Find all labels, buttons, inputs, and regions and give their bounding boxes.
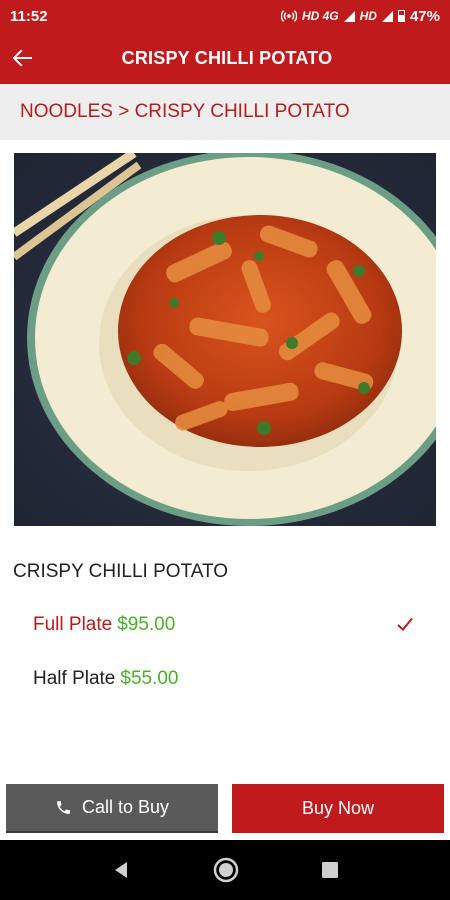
signal-icon-2 xyxy=(381,10,393,22)
signal-icon xyxy=(343,10,355,22)
checkmark-icon xyxy=(397,617,413,631)
screen: 11:52 HD 4G HD 47% CRISPY CHILLI POTATO … xyxy=(0,0,450,900)
app-toolbar: CRISPY CHILLI POTATO xyxy=(0,32,450,84)
status-time: 11:52 xyxy=(10,7,48,25)
back-button[interactable] xyxy=(0,32,44,84)
option-price: $55.00 xyxy=(120,668,179,689)
option-label: Half Plate xyxy=(33,668,116,689)
option-label: Full Plate xyxy=(33,614,113,635)
option-price: $95.00 xyxy=(117,614,176,635)
food-photo xyxy=(14,153,436,526)
product-name: CRISPY CHILLI POTATO xyxy=(13,561,229,582)
option-half-plate[interactable]: Half Plate $55.00 xyxy=(12,653,438,705)
status-icons: HD 4G HD 47% xyxy=(280,7,440,25)
battery-icon xyxy=(397,10,405,22)
arrow-left-icon xyxy=(12,49,32,67)
recents-square-icon[interactable] xyxy=(321,861,339,879)
call-to-buy-button[interactable]: Call to Buy xyxy=(6,784,218,833)
size-options: Full Plate $95.00 Half Plate $55.00 xyxy=(12,596,438,710)
hotspot-icon xyxy=(280,10,297,22)
status-bar: 11:52 HD 4G HD 47% xyxy=(0,0,450,32)
call-to-buy-label: Call to Buy xyxy=(81,797,170,817)
network-label-2: HD xyxy=(359,9,377,23)
page-title: CRISPY CHILLI POTATO xyxy=(121,47,333,68)
battery-percent: 47% xyxy=(409,7,440,25)
network-label-1: HD 4G xyxy=(301,9,339,23)
option-full-plate[interactable]: Full Plate $95.00 xyxy=(12,599,438,651)
home-circle-icon[interactable] xyxy=(212,856,240,884)
breadcrumb: NOODLES > CRISPY CHILLI POTATO xyxy=(0,84,450,140)
buy-now-label: Buy Now xyxy=(301,798,375,818)
buy-now-button[interactable]: Buy Now xyxy=(232,784,444,833)
system-nav-bar xyxy=(0,840,450,900)
phone-icon xyxy=(57,801,70,814)
back-triangle-icon[interactable] xyxy=(111,860,131,880)
